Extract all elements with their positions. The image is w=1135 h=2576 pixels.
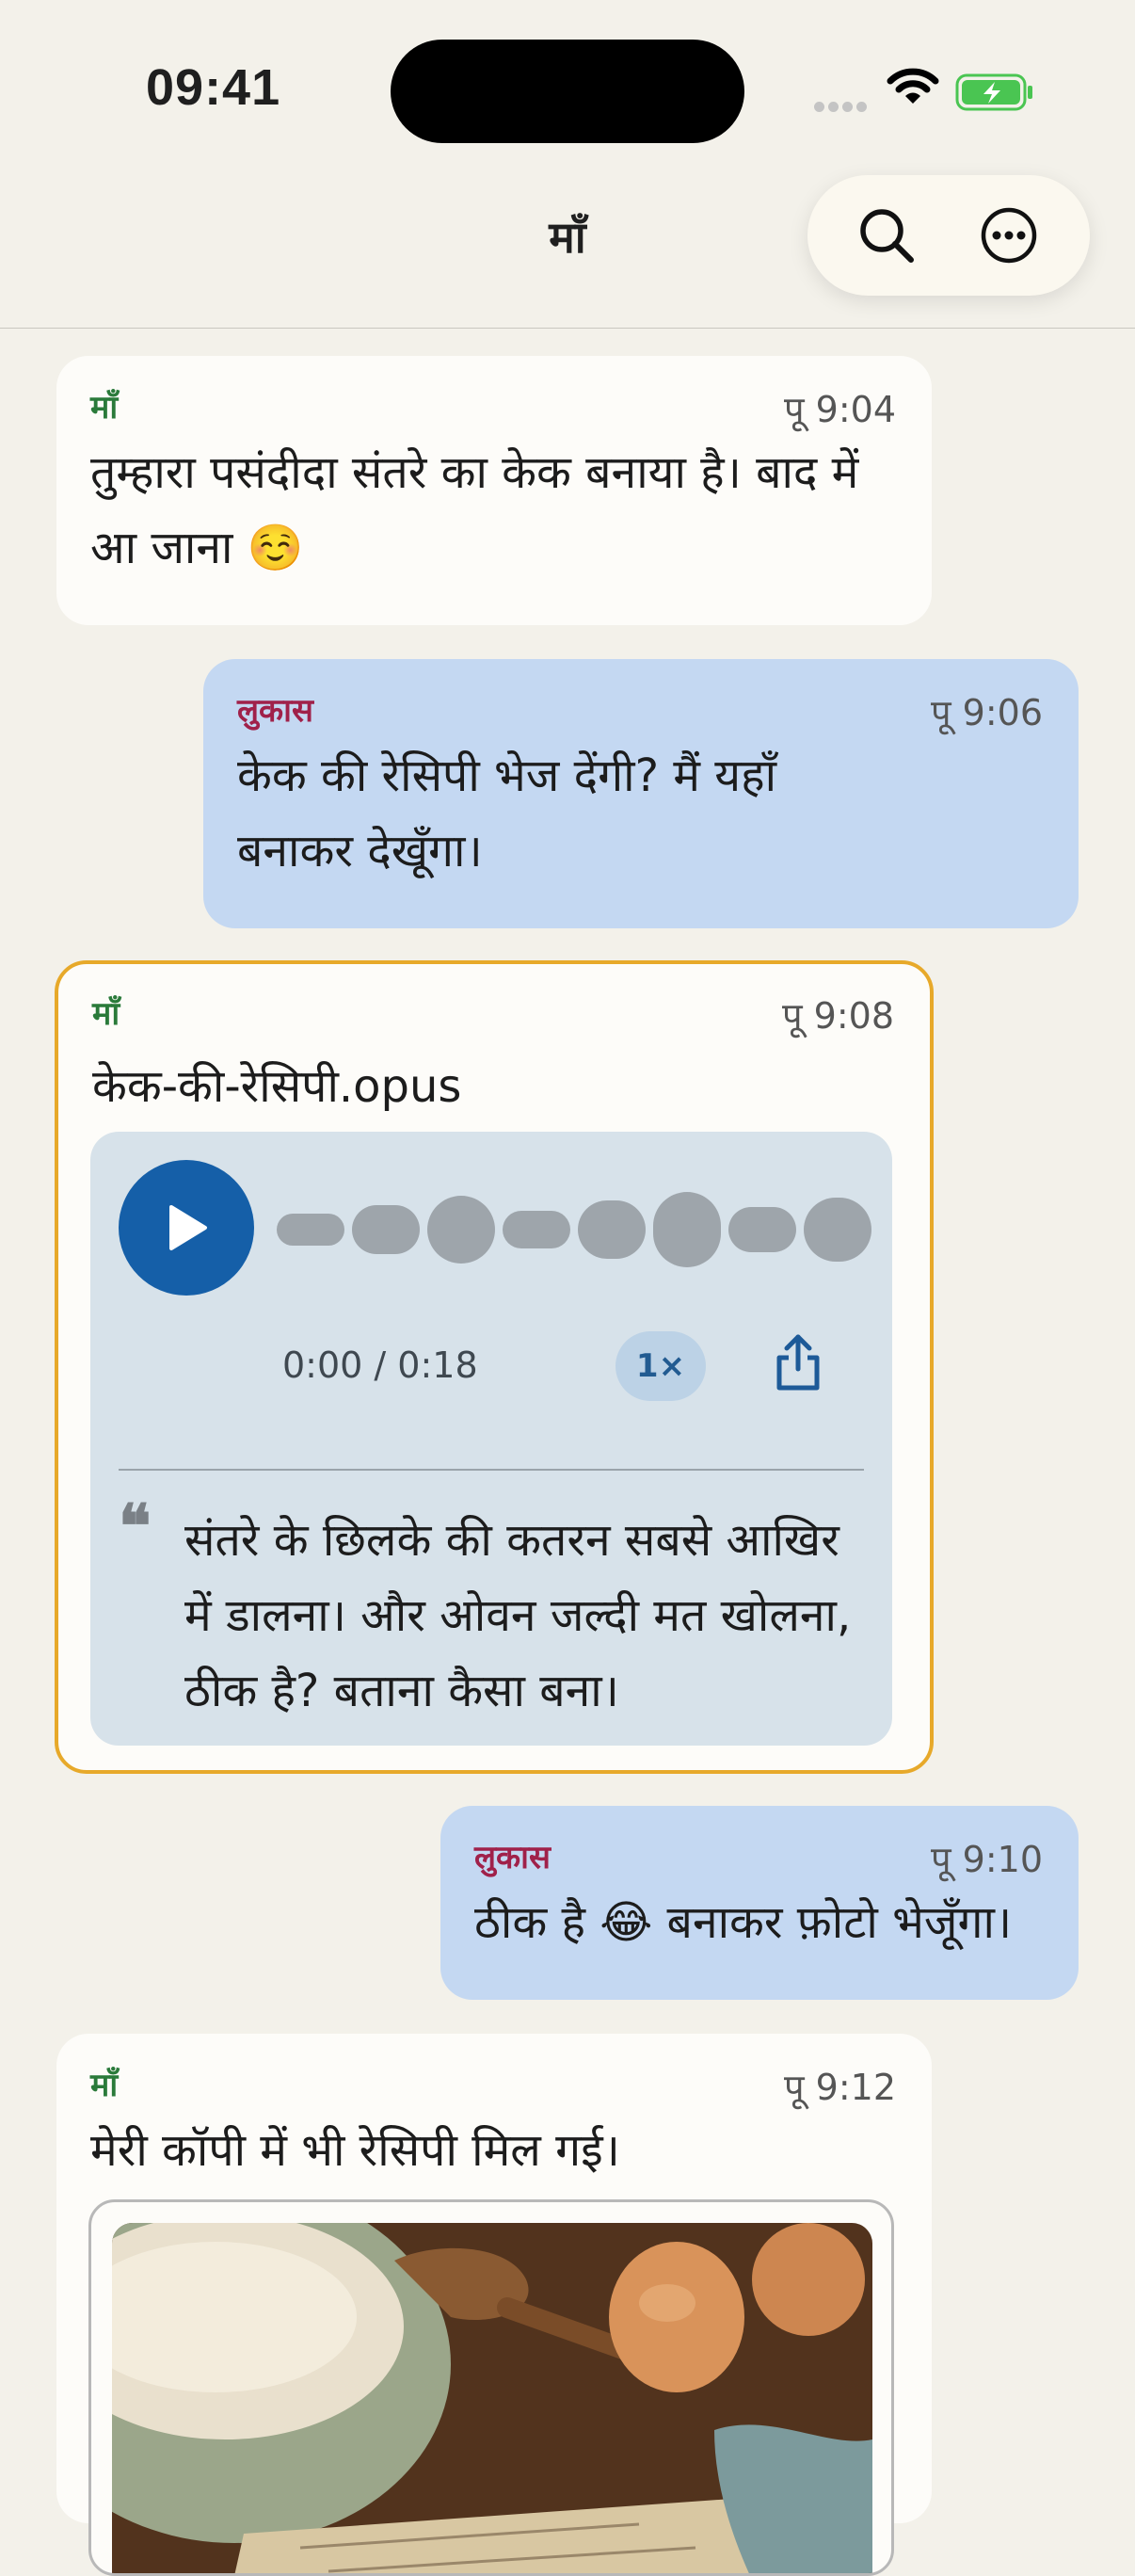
play-button[interactable] xyxy=(119,1160,254,1296)
message-sender: माँ xyxy=(90,389,119,427)
message-sender: माँ xyxy=(92,995,120,1033)
message-bubble[interactable]: लुकास पू 9:06 केक की रेसिपी भेज देंगी? म… xyxy=(203,659,1079,928)
search-button[interactable] xyxy=(849,198,924,273)
recipe-photo xyxy=(112,2223,872,2573)
voice-message-bubble[interactable]: माँ पू 9:08 केक-की-रेसिपी.opus 0:00 / 0:… xyxy=(55,960,934,1774)
header-actions xyxy=(807,175,1090,296)
more-icon xyxy=(981,207,1037,264)
voice-transcript: संतरे के छिलके की कतरन सबसे आखिर में डाल… xyxy=(184,1514,852,1717)
message-bubble[interactable]: माँ पू 9:04 तुम्हारा पसंदीदा संतरे का के… xyxy=(56,356,932,625)
share-icon xyxy=(776,1334,820,1391)
message-bubble[interactable]: लुकास पू 9:10 ठीक है 😂 बनाकर फ़ोटो भेजूँ… xyxy=(440,1806,1079,2000)
attachment-filename: केक-की-रेसिपी.opus xyxy=(92,1060,462,1113)
quote-icon: ❝ xyxy=(119,1491,152,1562)
playback-time: 0:00 / 0:18 xyxy=(282,1344,478,1386)
voice-player: 0:00 / 0:18 1× ❝ संतरे के छिलके की कतरन … xyxy=(90,1132,892,1746)
signal-icon xyxy=(814,98,871,116)
play-icon xyxy=(169,1205,207,1250)
message-sender: लुकास xyxy=(474,1839,551,1876)
waveform[interactable] xyxy=(277,1192,871,1267)
message-time: पू 9:10 xyxy=(931,1839,1043,1880)
message-text: केक की रेसिपी भेज देंगी? मैं यहाँ बनाकर … xyxy=(237,749,777,877)
message-time: पू 9:04 xyxy=(784,389,896,430)
message-text: तुम्हारा पसंदीदा संतरे का केक बनाया है। … xyxy=(90,446,859,574)
image-attachment[interactable] xyxy=(88,2199,894,2576)
message-sender: लुकास xyxy=(237,692,313,730)
battery-icon xyxy=(955,73,1032,111)
playback-speed-button[interactable]: 1× xyxy=(615,1331,706,1401)
dynamic-island xyxy=(391,40,744,143)
more-button[interactable] xyxy=(971,198,1047,273)
divider xyxy=(119,1469,864,1471)
message-sender: माँ xyxy=(90,2067,119,2104)
wifi-icon xyxy=(887,68,939,104)
photo-message-bubble[interactable]: माँ पू 9:12 मेरी कॉपी में भी रेसिपी मिल … xyxy=(56,2034,932,2576)
message-time: पू 9:12 xyxy=(784,2067,896,2108)
message-time: पू 9:08 xyxy=(782,995,894,1037)
message-text: मेरी कॉपी में भी रेसिपी मिल गई। xyxy=(90,2124,620,2177)
chat-header: माँ xyxy=(0,151,1135,329)
message-text: ठीक है 😂 बनाकर फ़ोटो भेजूँगा। xyxy=(474,1896,1013,1949)
search-icon xyxy=(860,209,914,263)
message-time: पू 9:06 xyxy=(931,692,1043,733)
share-button[interactable] xyxy=(774,1333,823,1397)
status-time: 09:41 xyxy=(146,59,281,116)
